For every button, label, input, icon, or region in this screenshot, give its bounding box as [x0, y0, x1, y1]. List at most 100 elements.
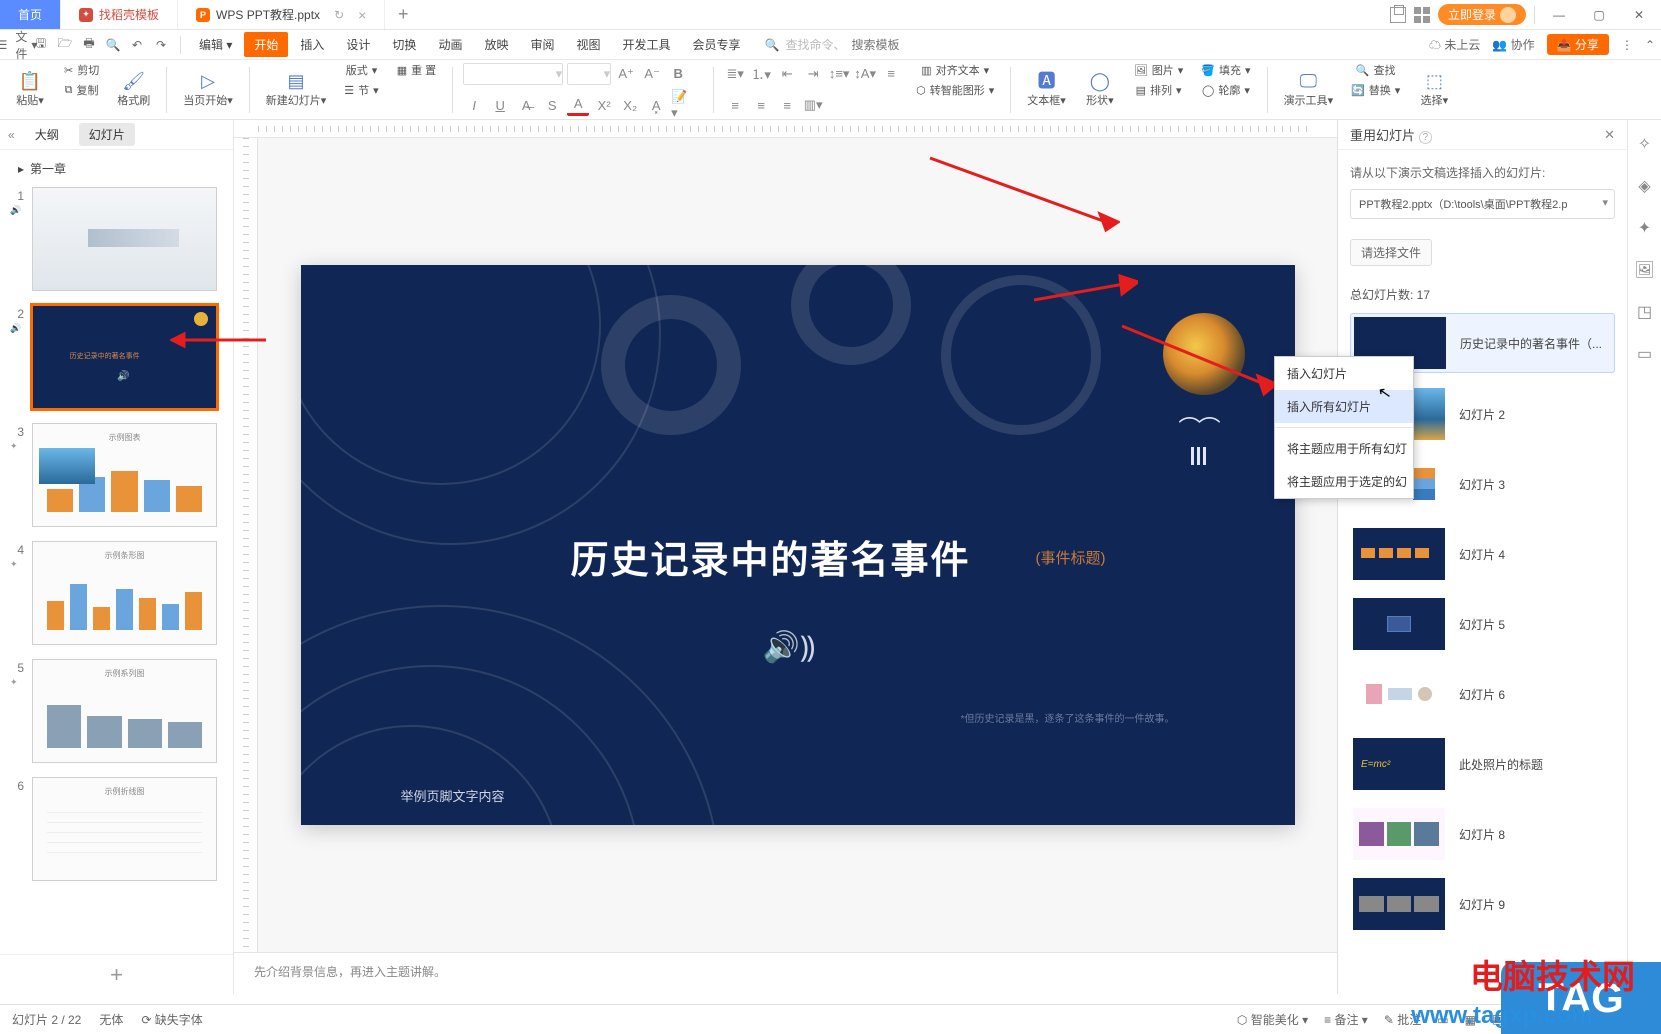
ctx-theme-all[interactable]: 将主题应用于所有幻灯: [1275, 432, 1413, 465]
clearfmt-icon[interactable]: A͓: [645, 94, 667, 116]
menu-design[interactable]: 设计: [336, 32, 380, 57]
reuse-item-9[interactable]: 幻灯片 9: [1350, 875, 1615, 933]
slide-footer[interactable]: 举例页脚文字内容: [401, 786, 505, 805]
menu-vip[interactable]: 会员专享: [683, 32, 751, 57]
minimize-button[interactable]: —: [1543, 1, 1575, 29]
tab-template[interactable]: ✦ 找稻壳模板: [61, 0, 178, 29]
slide-audio-icon[interactable]: 🔊⸩: [763, 625, 816, 666]
alignj-icon[interactable]: ≡: [776, 94, 798, 116]
new-slide-button[interactable]: ▤新建幻灯片▾: [260, 68, 333, 112]
replace-button[interactable]: 🔄 替换▾: [1345, 80, 1406, 100]
menu-view[interactable]: 视图: [566, 32, 610, 57]
edit-menu[interactable]: 编辑 ▾: [189, 32, 242, 57]
textbox-button[interactable]: 🅰文本框▾: [1021, 68, 1072, 112]
menu-review[interactable]: 审阅: [520, 32, 564, 57]
menu-dev[interactable]: 开发工具: [613, 32, 681, 57]
menu-transition[interactable]: 切换: [382, 32, 426, 57]
login-button[interactable]: 立即登录: [1438, 4, 1526, 25]
preview-icon[interactable]: 🔍: [102, 34, 124, 56]
print-icon[interactable]: 🖶: [78, 34, 100, 56]
undo-icon[interactable]: ↶: [126, 34, 148, 56]
side-icon-star[interactable]: ✦: [1638, 218, 1651, 238]
grow-font-icon[interactable]: A⁺: [615, 63, 637, 85]
menu-start[interactable]: 开始: [244, 32, 288, 57]
shape-button[interactable]: ◯形状▾: [1078, 68, 1122, 112]
section-button[interactable]: ☰ 节▾: [338, 80, 384, 100]
sup-icon[interactable]: X²: [593, 94, 615, 116]
slide-canvas[interactable]: ⌒⌒ 历史记录中的著名事件 (事件标题) 🔊⸩ *但历史记录是黑，逐条了这条事件…: [301, 265, 1295, 825]
close-tab-icon[interactable]: ×: [358, 7, 366, 23]
status-beautify[interactable]: ⬡ 智能美化 ▾: [1237, 1011, 1308, 1028]
textfx-icon[interactable]: 📝▾: [671, 94, 693, 116]
collab-button[interactable]: 👥 协作: [1492, 36, 1534, 53]
align-text-button[interactable]: ▥ 对齐文本▾: [915, 60, 995, 80]
thumb-3[interactable]: 3✦ 示例图表: [10, 423, 223, 527]
status-missing-font[interactable]: ⟳ 缺失字体: [141, 1011, 202, 1028]
select-button[interactable]: ⬚选择▾: [1412, 68, 1456, 112]
fill-button[interactable]: 🪣 填充▾: [1195, 60, 1256, 80]
slide-subtitle[interactable]: (事件标题): [1036, 547, 1106, 568]
font-select[interactable]: ▾: [463, 63, 563, 85]
maximize-button[interactable]: ▢: [1583, 1, 1615, 29]
reset-button[interactable]: ▦ 重 置: [391, 60, 442, 80]
start-from-current-button[interactable]: ▷当页开始▾: [177, 68, 239, 112]
thumb-6[interactable]: 6 示例折线图: [10, 777, 223, 881]
cloud-status[interactable]: ☁ 未上云: [1429, 36, 1480, 53]
alignr-icon[interactable]: ≡: [750, 94, 772, 116]
fontsize-select[interactable]: ▾: [567, 63, 611, 85]
copy-button[interactable]: ⧉复制: [59, 80, 105, 100]
bullets-icon[interactable]: ≣▾: [724, 63, 746, 85]
bold-icon[interactable]: B: [667, 63, 689, 85]
outline-tab[interactable]: 大纲: [25, 123, 69, 146]
side-icon-ai[interactable]: ✧: [1638, 134, 1651, 154]
thumb-5[interactable]: 5✦ 示例系列图: [10, 659, 223, 763]
ctx-theme-selected[interactable]: 将主题应用于选定的幻: [1275, 465, 1413, 498]
layout-button[interactable]: 版式▾: [340, 60, 384, 80]
sub-icon[interactable]: X₂: [619, 94, 641, 116]
columns-icon[interactable]: ▥▾: [802, 94, 824, 116]
refresh-icon[interactable]: ↻: [334, 8, 344, 22]
menu-animation[interactable]: 动画: [428, 32, 472, 57]
new-tab-button[interactable]: +: [385, 0, 421, 29]
present-tools-button[interactable]: 🖵演示工具▾: [1278, 68, 1340, 112]
status-notes[interactable]: ≡ 备注 ▾: [1324, 1011, 1368, 1028]
menu-slideshow[interactable]: 放映: [474, 32, 518, 57]
open-icon[interactable]: 🗁: [54, 34, 76, 56]
tab-document[interactable]: P WPS PPT教程.pptx ↻ ×: [178, 0, 385, 29]
numbers-icon[interactable]: ⒈▾: [750, 63, 772, 85]
share-button[interactable]: 📤 分享: [1547, 34, 1609, 55]
image-button[interactable]: 🖼 图片▾: [1128, 60, 1190, 80]
reuse-file-select[interactable]: PPT教程2.pptx（D:\tools\桌面\PPT教程2.p: [1350, 189, 1615, 219]
highlight-icon[interactable]: A: [567, 94, 589, 116]
tab-home[interactable]: 首页: [0, 0, 61, 29]
indentr-icon[interactable]: ⇥: [802, 63, 824, 85]
thumb-1[interactable]: 1🔊: [10, 187, 223, 291]
reuse-item-8[interactable]: 幻灯片 8: [1350, 805, 1615, 863]
fontcolor-icon[interactable]: S: [541, 94, 563, 116]
side-icon-page[interactable]: ▭: [1637, 344, 1652, 364]
file-menu[interactable]: ☰ 文件 ▾: [6, 34, 28, 56]
smart-graphic-button[interactable]: ⬡ 转智能图形▾: [910, 80, 1000, 100]
chevron-icon[interactable]: ⌃: [1645, 38, 1655, 52]
notes-area[interactable]: 先介绍背景信息，再进入主题讲解。: [234, 952, 1337, 994]
thumb-4[interactable]: 4✦ 示例条形图: [10, 541, 223, 645]
alignl-icon[interactable]: ≡: [880, 63, 902, 85]
ctx-insert-slide[interactable]: 插入幻灯片: [1275, 357, 1413, 390]
window-icon-1[interactable]: [1390, 7, 1406, 23]
indentl-icon[interactable]: ⇤: [776, 63, 798, 85]
menu-insert[interactable]: 插入: [290, 32, 334, 57]
reuse-item-6[interactable]: 幻灯片 6: [1350, 665, 1615, 723]
reuse-item-5[interactable]: 幻灯片 5: [1350, 595, 1615, 653]
more-icon[interactable]: ⋮: [1621, 38, 1633, 52]
side-icon-image[interactable]: 🖼: [1634, 260, 1654, 280]
outline-button[interactable]: ◯ 轮廓▾: [1196, 80, 1256, 100]
thumb-2[interactable]: 2🔊 历史记录中的著名事件 🔊: [10, 305, 223, 409]
side-icon-shape[interactable]: ◳: [1637, 302, 1652, 322]
reuse-choose-file[interactable]: 请选择文件: [1350, 239, 1432, 266]
textdir-icon[interactable]: ↕A▾: [854, 63, 876, 85]
collapse-left-icon[interactable]: «: [8, 128, 15, 142]
underline-icon[interactable]: U: [489, 94, 511, 116]
help-icon[interactable]: ?: [1419, 131, 1433, 144]
italic-icon[interactable]: I: [463, 94, 485, 116]
cut-button[interactable]: ✂剪切: [58, 60, 105, 80]
